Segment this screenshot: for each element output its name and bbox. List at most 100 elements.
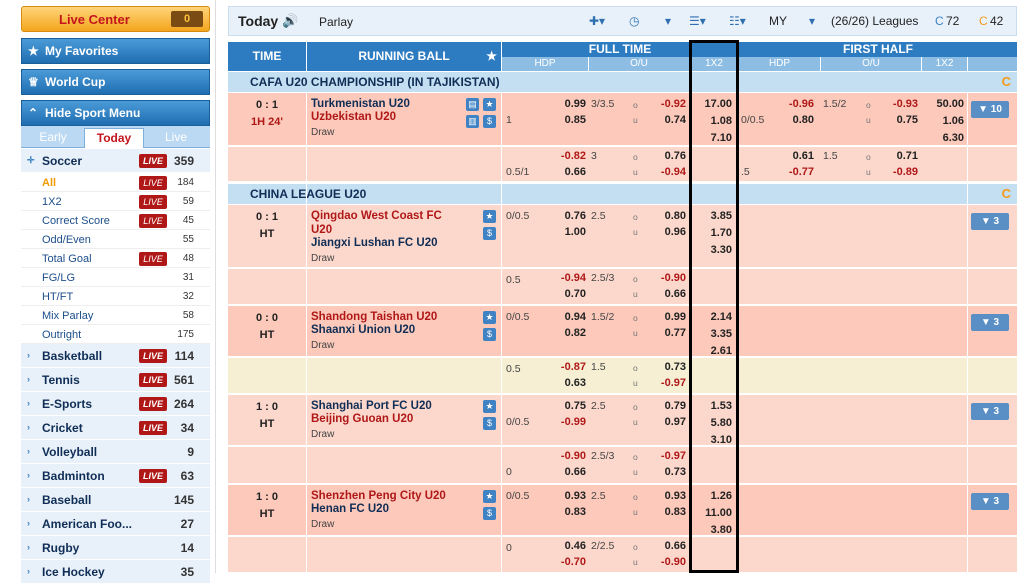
tab-today[interactable]: Today	[84, 128, 144, 148]
ft-1x2-odds[interactable]: 17.00	[692, 98, 732, 110]
soccer-sub-correct-score[interactable]: Correct Score LIVE 45	[21, 211, 210, 230]
odds-type-select[interactable]: MY	[769, 14, 787, 28]
favorite-star-icon[interactable]: ★	[483, 210, 496, 223]
star-icon[interactable]: ★	[486, 42, 497, 71]
ft-1x2-odds[interactable]: 1.70	[692, 227, 732, 239]
alt-hdp-odds-home[interactable]: -0.94	[548, 272, 586, 284]
ft-hdp-odds-away[interactable]: 1.00	[548, 226, 586, 238]
parlay-icon[interactable]: $	[483, 417, 496, 430]
alt-ou-odds-under[interactable]: -0.94	[648, 166, 686, 178]
alt-ou-odds-over[interactable]: 0.76	[648, 150, 686, 162]
sport-item-american-football[interactable]: › American Foo... 27	[21, 512, 210, 536]
alt-hdp-odds-away[interactable]: 0.70	[548, 288, 586, 300]
favorite-star-icon[interactable]: ★	[483, 400, 496, 413]
soccer-sub-mix-parlay[interactable]: Mix Parlay 58	[21, 306, 210, 325]
parlay-icon[interactable]: $	[483, 328, 496, 341]
sort-icon[interactable]: ☰▾	[689, 14, 706, 28]
ft-ou-odds-under[interactable]: 0.74	[648, 114, 686, 126]
ft-hdp-odds-away[interactable]: -0.99	[548, 416, 586, 428]
sport-item-badminton[interactable]: › Badminton LIVE 63	[21, 464, 210, 488]
parlay-icon[interactable]: $	[483, 227, 496, 240]
list-view-icon[interactable]: ☷▾	[729, 14, 746, 28]
ft-ou-odds-over[interactable]: 0.93	[648, 490, 686, 502]
more-markets-button[interactable]: ▼ 3	[971, 314, 1009, 331]
fh-hdp-odds-away[interactable]: 0.80	[776, 114, 814, 126]
alt-ou-odds-over[interactable]: -0.97	[648, 450, 686, 462]
fh-ou-odds-under[interactable]: 0.75	[880, 114, 918, 126]
alt-hdp-odds-away[interactable]: -0.70	[548, 556, 586, 568]
more-markets-button[interactable]: ▼ 10	[971, 101, 1009, 118]
stats-icon[interactable]: ▤	[466, 98, 479, 111]
ft-ou-odds-over[interactable]: -0.92	[648, 98, 686, 110]
favorite-star-icon[interactable]: ★	[483, 98, 496, 111]
sport-item-basketball[interactable]: › Basketball LIVE 114	[21, 344, 210, 368]
add-icon[interactable]: ✚▾	[589, 14, 605, 28]
alt-fh-hdp-odds-home[interactable]: 0.61	[776, 150, 814, 162]
sport-item-tennis[interactable]: › Tennis LIVE 561	[21, 368, 210, 392]
ft-ou-odds-over[interactable]: 0.99	[648, 311, 686, 323]
ft-1x2-odds[interactable]: 1.26	[692, 490, 732, 502]
ft-1x2-odds[interactable]: 5.80	[692, 417, 732, 429]
ft-1x2-odds[interactable]: 2.14	[692, 311, 732, 323]
alt-ou-odds-over[interactable]: 0.66	[648, 540, 686, 552]
fh-1x2-odds[interactable]: 1.06	[924, 115, 964, 127]
sport-item-ice-hockey[interactable]: › Ice Hockey 35	[21, 560, 210, 584]
ft-hdp-odds-home[interactable]: 0.93	[548, 490, 586, 502]
refresh-icon[interactable]: C	[1002, 184, 1011, 204]
favorite-star-icon[interactable]: ★	[483, 490, 496, 503]
ft-hdp-odds-away[interactable]: 0.83	[548, 506, 586, 518]
alt-ou-odds-over[interactable]: -0.90	[648, 272, 686, 284]
ft-ou-odds-under[interactable]: 0.96	[648, 226, 686, 238]
hide-sport-menu-button[interactable]: ⌃ Hide Sport Menu	[21, 100, 210, 126]
soccer-sub-total-goal[interactable]: Total Goal LIVE 48	[21, 249, 210, 268]
world-cup-button[interactable]: ♕ World Cup	[21, 69, 210, 95]
parlay-icon[interactable]: $	[483, 115, 496, 128]
speaker-icon[interactable]: 🔊	[282, 13, 298, 29]
favorite-star-icon[interactable]: ★	[483, 311, 496, 324]
sport-item-soccer[interactable]: ✛ Soccer LIVE 359	[21, 149, 210, 173]
refresh-icon[interactable]: C	[935, 14, 944, 28]
parlay-icon[interactable]: $	[483, 507, 496, 520]
parlay-link[interactable]: Parlay	[319, 15, 353, 29]
soccer-sub-1x2[interactable]: 1X2 LIVE 59	[21, 192, 210, 211]
ft-hdp-odds-home[interactable]: 0.76	[548, 210, 586, 222]
fh-ou-odds-over[interactable]: -0.93	[880, 98, 918, 110]
alt-ou-odds-under[interactable]: -0.97	[648, 377, 686, 389]
fh-1x2-odds[interactable]: 6.30	[924, 132, 964, 144]
refresh-icon[interactable]: C	[1002, 72, 1011, 92]
alt-ou-odds-under[interactable]: -0.90	[648, 556, 686, 568]
ft-1x2-odds[interactable]: 3.35	[692, 328, 732, 340]
ft-1x2-odds[interactable]: 11.00	[692, 507, 732, 519]
sport-item-rugby[interactable]: › Rugby 14	[21, 536, 210, 560]
soccer-sub-all[interactable]: All LIVE 184	[21, 173, 210, 192]
my-favorites-button[interactable]: ★ My Favorites	[21, 38, 210, 64]
refresh-live-icon[interactable]: C	[979, 14, 988, 28]
ft-1x2-odds[interactable]: 3.85	[692, 210, 732, 222]
alt-fh-ou-odds-under[interactable]: -0.89	[880, 166, 918, 178]
sport-item-volleyball[interactable]: › Volleyball 9	[21, 440, 210, 464]
chevron-down-icon[interactable]: ▾	[665, 14, 671, 28]
more-markets-button[interactable]: ▼ 3	[971, 493, 1009, 510]
fh-1x2-odds[interactable]: 50.00	[924, 98, 964, 110]
alt-hdp-odds-away[interactable]: 0.66	[548, 166, 586, 178]
alt-hdp-odds-away[interactable]: 0.66	[548, 466, 586, 478]
ft-hdp-odds-away[interactable]: 0.85	[548, 114, 586, 126]
league-header[interactable]: CAFA U20 CHAMPIONSHIP (IN TAJIKISTAN) C	[228, 72, 1017, 92]
alt-ou-odds-under[interactable]: 0.66	[648, 288, 686, 300]
fh-hdp-odds-home[interactable]: -0.96	[776, 98, 814, 110]
ft-ou-odds-under[interactable]: 0.83	[648, 506, 686, 518]
clock-icon[interactable]: ◷	[629, 14, 639, 28]
leagues-filter[interactable]: (26/26) Leagues	[831, 14, 918, 28]
sport-item-cricket[interactable]: › Cricket LIVE 34	[21, 416, 210, 440]
ft-1x2-odds[interactable]: 3.30	[692, 244, 732, 256]
alt-ou-odds-over[interactable]: 0.73	[648, 361, 686, 373]
ft-1x2-odds[interactable]: 1.08	[692, 115, 732, 127]
alt-fh-ou-odds-over[interactable]: 0.71	[880, 150, 918, 162]
sport-item-esports[interactable]: › E-Sports LIVE 264	[21, 392, 210, 416]
more-markets-button[interactable]: ▼ 3	[971, 403, 1009, 420]
ft-ou-odds-under[interactable]: 0.77	[648, 327, 686, 339]
ft-1x2-odds[interactable]: 3.80	[692, 524, 732, 536]
ft-hdp-odds-home[interactable]: 0.75	[548, 400, 586, 412]
soccer-sub-odd-even[interactable]: Odd/Even 55	[21, 230, 210, 249]
chevron-down-icon[interactable]: ▾	[809, 14, 815, 28]
